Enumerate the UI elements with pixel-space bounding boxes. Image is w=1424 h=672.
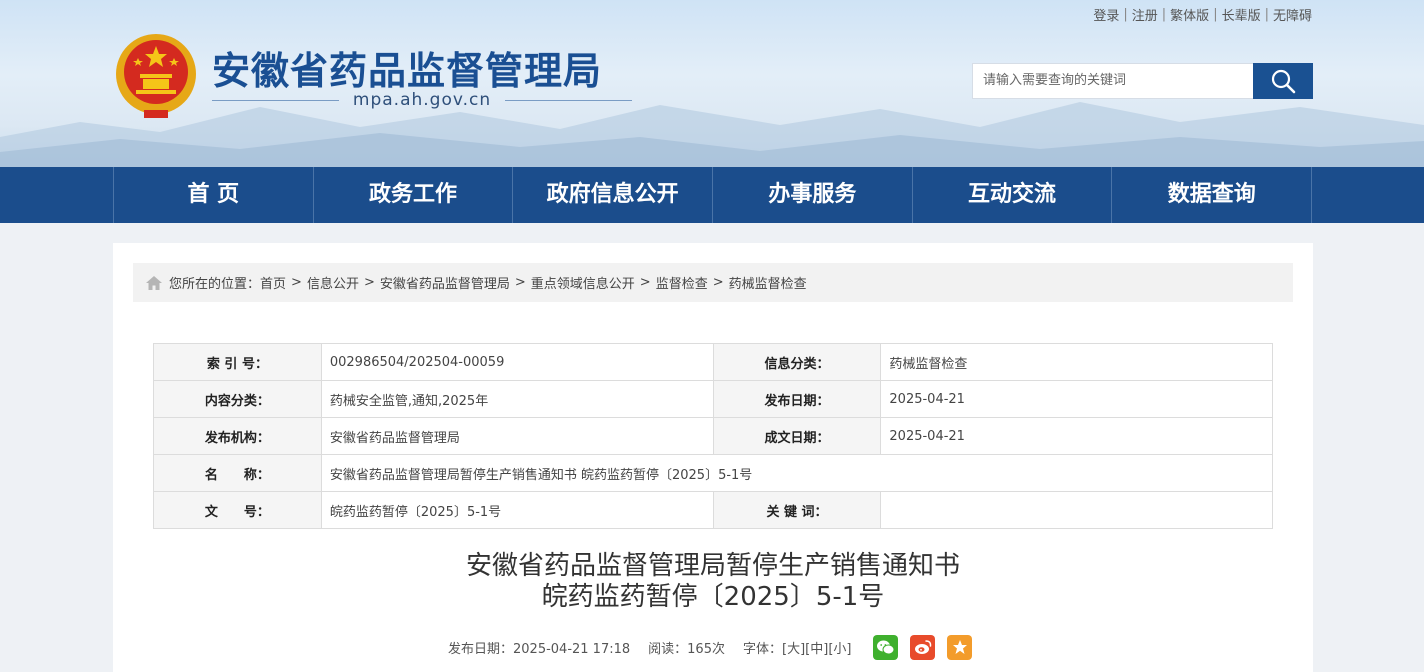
content-category-label: 内容分类： xyxy=(153,380,322,418)
issuing-org-label: 发布机构： xyxy=(153,417,322,455)
breadcrumb: 您所在的位置： 首页 > 信息公开 > 安徽省药品监督管理局 > 重点领域信息公… xyxy=(133,263,1293,302)
publish-date-label: 发布日期： xyxy=(712,380,882,418)
nav-home[interactable]: 首 页 xyxy=(114,167,314,223)
doc-number-label: 文 号： xyxy=(153,491,322,529)
nav-data-query[interactable]: 数据查询 xyxy=(1112,167,1313,223)
doc-number-value: 皖药监药暂停〔2025〕5-1号 xyxy=(320,491,714,529)
breadcrumb-home[interactable]: 首页 xyxy=(260,273,286,292)
issuing-org-value: 安徽省药品监督管理局 xyxy=(320,417,714,455)
main-nav: 首 页 政务工作 政府信息公开 办事服务 互动交流 数据查询 xyxy=(0,167,1424,223)
breadcrumb-sep: > xyxy=(639,275,651,290)
breadcrumb-supervision[interactable]: 监督检查 xyxy=(656,273,708,292)
index-label: 索 引 号： xyxy=(153,343,322,381)
search-icon xyxy=(1271,69,1296,94)
breadcrumb-lead: 您所在的位置： xyxy=(169,277,261,292)
font-medium-button[interactable]: [中] xyxy=(805,638,828,657)
nav-services[interactable]: 办事服务 xyxy=(713,167,913,223)
wechat-share-button[interactable] xyxy=(873,634,899,660)
site-title: 安徽省药品监督管理局 xyxy=(212,49,603,93)
site-domain: mpa.ah.gov.cn xyxy=(212,90,632,110)
breadcrumb-info-disclosure[interactable]: 信息公开 xyxy=(307,273,359,292)
table-row: 索 引 号： 002986504/202504-00059 信息分类： 药械监督… xyxy=(153,343,1273,381)
favorite-button[interactable] xyxy=(947,634,973,660)
accessibility-link[interactable]: 无障碍 xyxy=(1273,5,1312,24)
article-publish-date: 发布日期：2025-04-21 17:18 xyxy=(448,641,631,657)
table-row: 名 称： 安徽省药品监督管理局暂停生产销售通知书 皖药监药暂停〔2025〕5-1… xyxy=(153,454,1274,492)
register-link[interactable]: 注册 xyxy=(1132,5,1158,24)
info-category-value: 药械监督检查 xyxy=(880,343,1273,381)
nav-interaction[interactable]: 互动交流 xyxy=(913,167,1113,223)
elder-version-link[interactable]: 长辈版 xyxy=(1222,5,1261,24)
site-header: 登录 | 注册 | 繁体版 | 长辈版 | 无障碍 安徽省药品监督管理局 mpa… xyxy=(0,0,1424,167)
breadcrumb-drug-device-inspection[interactable]: 药械监督检查 xyxy=(729,273,807,292)
publish-date-value: 2025-04-21 xyxy=(880,380,1273,418)
star-icon xyxy=(952,640,967,654)
home-icon xyxy=(146,275,162,290)
table-row: 文 号： 皖药监药暂停〔2025〕5-1号 关 键 词： xyxy=(153,491,1273,529)
table-row: 发布机构： 安徽省药品监督管理局 成文日期： 2025-04-21 xyxy=(153,417,1273,455)
separator: | xyxy=(1123,7,1128,22)
wechat-icon xyxy=(877,640,895,654)
font-large-button[interactable]: [大] xyxy=(782,638,805,657)
name-label: 名 称： xyxy=(153,454,322,492)
nav-government-affairs[interactable]: 政务工作 xyxy=(314,167,514,223)
search-input[interactable]: 请输入需要查询的关键词 xyxy=(972,63,1254,99)
keywords-label: 关 键 词： xyxy=(712,491,882,529)
content-panel: 您所在的位置： 首页 > 信息公开 > 安徽省药品监督管理局 > 重点领域信息公… xyxy=(113,243,1313,672)
font-small-button[interactable]: [小] xyxy=(828,638,851,657)
search-button[interactable] xyxy=(1253,63,1313,99)
separator: | xyxy=(1213,7,1218,22)
breadcrumb-sep: > xyxy=(712,275,724,290)
login-link[interactable]: 登录 xyxy=(1093,5,1119,24)
weibo-icon xyxy=(914,640,932,654)
breadcrumb-sep: > xyxy=(514,275,526,290)
article-title: 安徽省药品监督管理局暂停生产销售通知书 皖药监药暂停〔2025〕5-1号 xyxy=(113,551,1313,613)
written-date-value: 2025-04-21 xyxy=(880,417,1273,455)
breadcrumb-sep: > xyxy=(363,275,375,290)
name-value: 安徽省药品监督管理局暂停生产销售通知书 皖药监药暂停〔2025〕5-1号 xyxy=(320,454,1274,492)
article-read-count: 阅读：165次 xyxy=(648,641,725,657)
traditional-chinese-link[interactable]: 繁体版 xyxy=(1170,5,1209,24)
breadcrumb-bureau[interactable]: 安徽省药品监督管理局 xyxy=(380,273,510,292)
index-value: 002986504/202504-00059 xyxy=(320,343,714,381)
domain-text: mpa.ah.gov.cn xyxy=(352,90,492,110)
table-row: 内容分类： 药械安全监管,通知,2025年 发布日期： 2025-04-21 xyxy=(153,380,1273,418)
weibo-share-button[interactable] xyxy=(910,634,936,660)
top-links: 登录 | 注册 | 繁体版 | 长辈版 | 无障碍 xyxy=(1093,5,1312,24)
written-date-label: 成文日期： xyxy=(712,417,882,455)
keywords-value xyxy=(880,491,1273,529)
separator: | xyxy=(1161,7,1167,22)
national-emblem-icon xyxy=(116,34,196,118)
content-category-value: 药械安全监管,通知,2025年 xyxy=(320,380,714,418)
document-metadata-table: 索 引 号： 002986504/202504-00059 信息分类： 药械监督… xyxy=(153,343,1274,529)
article-title-line1: 安徽省药品监督管理局暂停生产销售通知书 xyxy=(465,551,960,581)
font-size-label: 字体： xyxy=(742,641,782,657)
info-category-label: 信息分类： xyxy=(712,343,882,381)
article-meta: 发布日期：2025-04-21 17:18 阅读：165次 字体： [大] [中… xyxy=(448,633,973,661)
article-title-line2: 皖药监药暂停〔2025〕5-1号 xyxy=(541,582,885,612)
nav-info-disclosure[interactable]: 政府信息公开 xyxy=(513,167,714,223)
breadcrumb-key-areas[interactable]: 重点领域信息公开 xyxy=(531,273,635,292)
breadcrumb-sep: > xyxy=(291,275,302,290)
separator: | xyxy=(1264,7,1269,22)
